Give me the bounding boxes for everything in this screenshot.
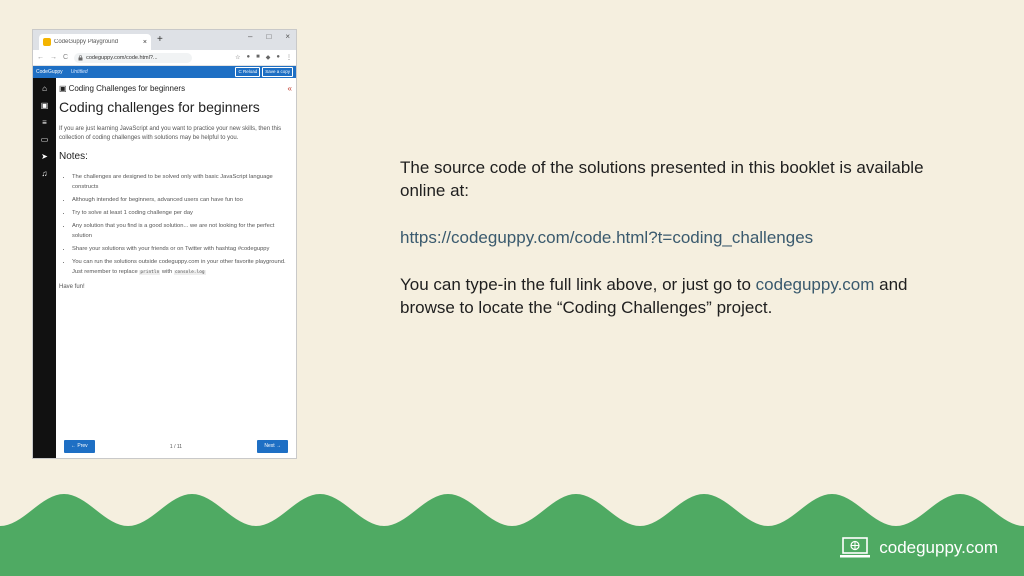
favicon-icon <box>43 38 51 46</box>
browser-tab[interactable]: CodeGuppy Playground × <box>39 34 151 50</box>
book-icon[interactable]: ▣ <box>41 101 49 110</box>
content-area: ⌂ ▣ ≡ ▭ ➤ ♫ ▣ Coding Challenges for begi… <box>33 78 296 458</box>
home-icon[interactable]: ⌂ <box>42 84 47 93</box>
panel-header-title: Coding Challenges for beginners <box>68 84 186 93</box>
panel-header: ▣ Coding Challenges for beginners « <box>59 84 292 93</box>
rocket-icon[interactable]: ➤ <box>41 152 48 161</box>
tutorial-panel: ▣ Coding Challenges for beginners « Codi… <box>56 78 296 458</box>
app-brand[interactable]: CodeGuppy <box>36 69 63 75</box>
book-icon: ▣ <box>59 84 67 93</box>
info-text: The source code of the solutions present… <box>400 156 960 343</box>
minimize-button[interactable]: – <box>248 32 252 41</box>
tab-strip: CodeGuppy Playground × + – □ × <box>33 30 296 50</box>
prev-button[interactable]: ← Prev <box>64 440 95 453</box>
extension-icons: ☆ ● ■ ◆ ● ⋮ <box>235 54 292 61</box>
panel-title: Coding challenges for beginners <box>59 99 260 115</box>
save-copy-button[interactable]: Save a copy <box>262 67 293 77</box>
footer-brand: codeguppy.com <box>839 537 998 559</box>
list-item: Any solution that you find is a good sol… <box>72 221 292 241</box>
reload-browser-button[interactable]: C <box>63 54 68 61</box>
lock-icon <box>78 54 83 60</box>
new-tab-button[interactable]: + <box>157 34 163 46</box>
close-window-button[interactable]: × <box>285 32 290 41</box>
url-text: codeguppy.com/code.html?... <box>86 54 158 61</box>
info-line-2-before: You can type-in the full link above, or … <box>400 275 756 294</box>
window-controls: – □ × <box>248 32 290 41</box>
address-bar: ← → C codeguppy.com/code.html?... ☆ ● ■ … <box>33 50 296 66</box>
solutions-link[interactable]: https://codeguppy.com/code.html?t=coding… <box>400 228 813 247</box>
image-icon[interactable]: ▭ <box>41 135 49 144</box>
extension-icon[interactable]: ■ <box>256 54 260 61</box>
list-item: Although intended for beginners, advance… <box>72 195 292 205</box>
file-name[interactable]: Untitled <box>71 69 88 75</box>
footer-brand-text: codeguppy.com <box>879 538 998 557</box>
list-item: Try to solve at least 1 coding challenge… <box>72 208 292 218</box>
list-item: You can run the solutions outside codegu… <box>72 257 292 278</box>
maximize-button[interactable]: □ <box>266 32 271 41</box>
next-button[interactable]: Next → <box>257 440 288 453</box>
pager: ← Prev 1 / 11 Next → <box>64 440 288 453</box>
back-button[interactable]: ← <box>37 54 44 61</box>
browser-screenshot: CodeGuppy Playground × + – □ × ← → C cod… <box>32 29 297 459</box>
info-line-2: You can type-in the full link above, or … <box>400 273 960 319</box>
music-icon[interactable]: ♫ <box>42 169 48 178</box>
extension-icon[interactable]: ● <box>247 54 251 61</box>
app-toolbar: CodeGuppy Untitled C Reload Save a copy <box>33 66 296 78</box>
kebab-menu-icon[interactable]: ⋮ <box>286 54 292 61</box>
tab-close-icon[interactable]: × <box>143 39 147 46</box>
menu-icon[interactable]: ≡ <box>42 118 47 127</box>
forward-button[interactable]: → <box>50 54 57 61</box>
collapse-button[interactable]: « <box>288 84 292 93</box>
have-fun-text: Have fun! <box>59 284 85 290</box>
laptop-icon <box>840 537 871 558</box>
list-item: The challenges are designed to be solved… <box>72 172 292 192</box>
url-input[interactable]: codeguppy.com/code.html?... <box>74 52 193 63</box>
page-indicator: 1 / 11 <box>169 443 183 450</box>
code-console-log: console.log <box>173 270 206 275</box>
bottom-wave <box>0 494 1024 576</box>
intro-text: If you are just learning JavaScript and … <box>59 126 282 141</box>
notes-list: The challenges are designed to be solved… <box>59 172 292 278</box>
reload-button[interactable]: C Reload <box>235 67 261 77</box>
list-item: Share your solutions with your friends o… <box>72 244 292 254</box>
notes-heading: Notes: <box>59 151 88 162</box>
info-line-1: The source code of the solutions present… <box>400 158 924 200</box>
code-println: println <box>139 270 161 275</box>
star-icon[interactable]: ☆ <box>235 54 240 61</box>
tab-title: CodeGuppy Playground <box>54 39 119 45</box>
extension-icon[interactable]: ◆ <box>266 54 271 61</box>
left-sidebar: ⌂ ▣ ≡ ▭ ➤ ♫ <box>33 78 56 458</box>
profile-avatar[interactable]: ● <box>276 54 280 61</box>
note-text: with <box>160 269 174 275</box>
codeguppy-link[interactable]: codeguppy.com <box>756 275 875 294</box>
